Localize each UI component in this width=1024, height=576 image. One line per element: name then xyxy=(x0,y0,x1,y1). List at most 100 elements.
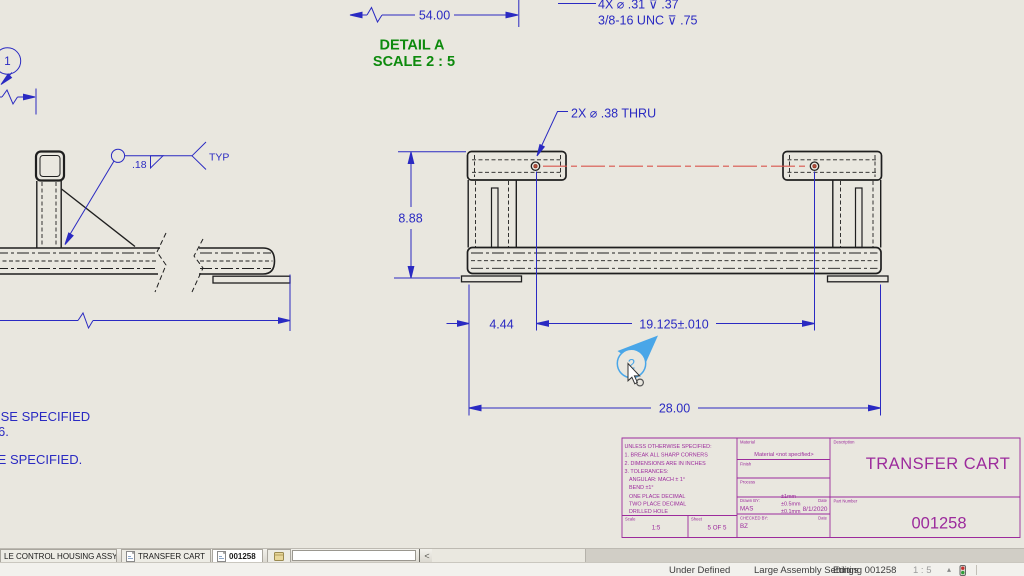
balloon-1-arrow xyxy=(1,74,12,84)
bottom-pad-left-view xyxy=(213,276,290,283)
tabbar-divider xyxy=(419,549,420,563)
balloon-1-text[interactable]: 1 xyxy=(4,56,10,68)
dim-444-arrow xyxy=(458,321,470,327)
left-bottom-dim-break xyxy=(78,313,93,328)
break-mark-1 xyxy=(155,233,166,292)
left-view-geometry xyxy=(0,152,290,293)
drawing-sheet: 54.00 4X ⌀ .31 ⊽ .37 3/8-16 UNC ⊽ .75 1 … xyxy=(0,0,1024,548)
tb-checked-value: BZ xyxy=(740,523,748,530)
tb-sheet-value: 5 OF 5 xyxy=(708,525,727,532)
tab-transfer-cart-sheet[interactable]: TRANSFER CART xyxy=(121,549,211,562)
detail-title-text[interactable]: DETAIL A xyxy=(380,38,446,54)
title-block-texts: UNLESS OTHERWISE SPECIFIED: 1. BREAK ALL… xyxy=(625,440,1011,533)
dim-19125-arrow-left xyxy=(537,321,549,327)
thru-arrow xyxy=(537,145,544,156)
scroll-left-arrow[interactable]: < xyxy=(422,549,432,562)
hole-callout-line2[interactable]: 3/8-16 UNC ⊽ .75 xyxy=(598,14,698,28)
gusset-line xyxy=(62,189,136,247)
post-edges xyxy=(37,181,61,248)
dim-2800-arrow-right xyxy=(869,405,881,411)
tb-note-0: UNLESS OTHERWISE SPECIFIED: xyxy=(625,444,712,450)
weld-size-text[interactable]: .18 xyxy=(132,159,147,171)
weld-typ-text[interactable]: TYP xyxy=(209,151,229,163)
bottom-pad-left xyxy=(462,276,522,282)
tab-assembly-sheet[interactable]: LE CONTROL HOUSING ASSY xyxy=(0,549,117,562)
solidworks-drawing-window: 54.00 4X ⌀ .31 ⊽ .37 3/8-16 UNC ⊽ .75 1 … xyxy=(0,0,1024,576)
tb-note-2: 2. DIMENSIONS ARE IN INCHES xyxy=(625,461,707,467)
break-mark-2 xyxy=(192,239,203,292)
horizontal-scrollbar-thumb[interactable] xyxy=(585,549,1024,562)
tb-note-4: ANGULAR: MACH ± 1° xyxy=(629,477,685,483)
detail-label: DETAIL A SCALE 2 : 5 xyxy=(373,38,455,71)
left-post-slot xyxy=(492,188,499,248)
fillet-weld-symbol xyxy=(151,156,164,168)
hole-callout-line1[interactable]: 4X ⌀ .31 ⊽ .37 xyxy=(598,0,679,12)
tab-transfer-cart-label: TRANSFER CART xyxy=(138,552,205,561)
tb-tol-one: ±1mm xyxy=(781,494,796,500)
tb-description-label: Description xyxy=(834,440,856,445)
status-separator xyxy=(976,565,977,575)
tb-drawn-value: MAS xyxy=(740,506,753,513)
tb-sheet-label: Sheet xyxy=(691,517,703,522)
dim-2800-text[interactable]: 28.00 xyxy=(659,401,690,415)
annotation-texts: 54.00 4X ⌀ .31 ⊽ .37 3/8-16 UNC ⊽ .75 1 … xyxy=(0,0,709,467)
extension-lines xyxy=(290,172,881,416)
dim-19125-text[interactable]: 19.125±.010 xyxy=(639,317,708,331)
balloon-2-flag[interactable]: 2 xyxy=(617,336,658,378)
dim-54-text[interactable]: 54.00 xyxy=(419,8,450,22)
right-top-plate xyxy=(783,152,882,181)
tb-process-label: Process xyxy=(740,480,755,485)
status-caret-icon[interactable]: ▴ xyxy=(947,565,951,574)
thru-leader xyxy=(542,112,569,147)
left-note-line2: 6. xyxy=(0,424,9,439)
drawing-sheet-icon xyxy=(216,551,227,562)
add-sheet-icon xyxy=(273,551,285,562)
tb-material-label: Material xyxy=(740,440,755,445)
weld-tail xyxy=(192,142,206,170)
left-note-line1: ISE SPECIFIED xyxy=(0,409,90,424)
dim-888-text[interactable]: 8.88 xyxy=(398,211,422,225)
left-hole[interactable] xyxy=(531,162,539,170)
dim-444-text[interactable]: 4.44 xyxy=(489,317,513,331)
tb-part-value: 001258 xyxy=(911,515,966,533)
tab-assembly-label: LE CONTROL HOUSING ASSY xyxy=(4,552,117,561)
left-note-line3: SE SPECIFIED. xyxy=(0,452,82,467)
tb-checked-label: CHECKED BY: xyxy=(740,516,768,521)
main-view-geometry xyxy=(462,152,889,282)
tb-description-value: TRANSFER CART xyxy=(866,455,1011,473)
add-sheet-button[interactable] xyxy=(267,549,291,562)
dim-54-arrow-left xyxy=(350,12,362,18)
status-bar: Under Defined Large Assembly Settings Ed… xyxy=(0,562,1024,576)
dim-54-arrow-right xyxy=(506,12,518,18)
post-hidden-lines xyxy=(42,182,56,247)
sheet-tab-empty-field xyxy=(292,550,416,561)
dim-888-arrow-bottom xyxy=(408,267,414,279)
tb-finish-label: Finish xyxy=(740,462,752,467)
tb-material-value[interactable]: Material <not specified> xyxy=(754,452,813,458)
weld-arrow xyxy=(65,233,73,245)
dim-888-arrow-top xyxy=(408,152,414,164)
right-post-hidden xyxy=(841,181,874,247)
thru-callout-text[interactable]: 2X ⌀ .38 THRU xyxy=(571,107,656,121)
right-post-slot xyxy=(856,188,863,248)
tb-note-5: BEND ±1° xyxy=(629,485,654,491)
left-bottom-dim-arrow xyxy=(279,318,291,324)
tb-note-6: ONE PLACE DECIMAL xyxy=(629,494,685,500)
tb-scale-value: 1:5 xyxy=(652,525,661,532)
status-editing: Editing 001258 xyxy=(833,565,896,576)
dim-2800-arrow-left xyxy=(469,405,481,411)
tb-drawn-date: 8/1/2020 xyxy=(803,506,828,513)
dim-54-break xyxy=(367,8,382,23)
status-sheet-scale: 1 : 5 xyxy=(913,565,932,576)
tb-date-label-drawn: Date xyxy=(818,498,828,503)
tb-drawn-label: Drawn BY: xyxy=(740,498,760,503)
tab-001258-sheet[interactable]: 001258 xyxy=(212,549,263,562)
tb-note-7: TWO PLACE DECIMAL xyxy=(629,502,686,508)
detail-scale-text[interactable]: SCALE 2 : 5 xyxy=(373,54,455,70)
tb-part-label: Part Number xyxy=(834,499,858,504)
left-dim-break xyxy=(2,90,18,104)
right-hole[interactable] xyxy=(810,162,818,170)
tab-001258-label: 001258 xyxy=(229,552,256,561)
tag-status-icon[interactable] xyxy=(959,565,967,576)
weld-all-around-circle[interactable] xyxy=(111,149,124,162)
